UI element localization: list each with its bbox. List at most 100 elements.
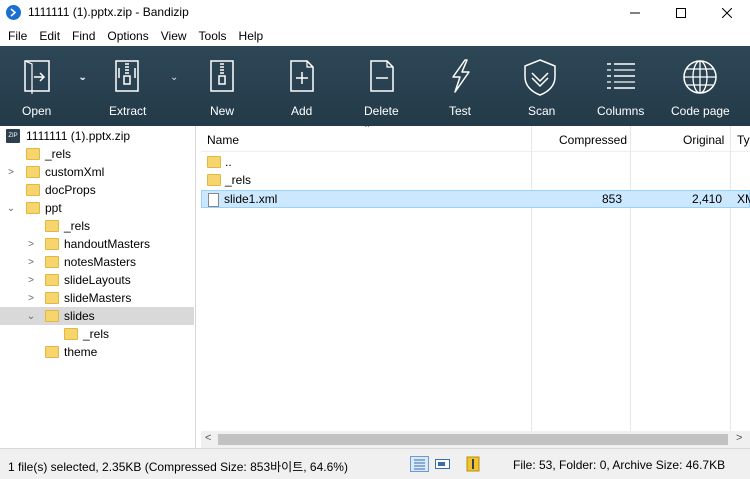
archive-info-icon[interactable] [466, 456, 480, 472]
delete-icon [370, 60, 394, 92]
folder-icon [45, 238, 59, 250]
scan-button[interactable]: Scan [508, 46, 572, 126]
tree-item-label: handoutMasters [64, 237, 151, 251]
new-button[interactable]: New [190, 46, 254, 126]
chevron-right-icon[interactable]: > [6, 163, 16, 181]
details-view-icon[interactable] [410, 456, 429, 472]
folder-icon [26, 184, 40, 196]
columns-icon [607, 63, 635, 89]
list-row-parent[interactable]: .. [201, 153, 750, 171]
xml-file-icon [208, 193, 219, 207]
extract-dropdown-icon[interactable]: ⌄ [170, 72, 178, 83]
menu-view[interactable]: View [155, 26, 193, 46]
maximize-button[interactable] [658, 0, 704, 26]
folder-tree: ZIP 1111111 (1).pptx.zip _rels > customX… [0, 126, 196, 448]
tree-item-ppt-rels[interactable]: _rels [0, 217, 195, 235]
file-list: Name ⌃ Compressed Original Ty .. _rels s… [201, 126, 750, 448]
minimize-button[interactable] [612, 0, 658, 26]
folder-icon [45, 310, 59, 322]
list-row-slide1[interactable]: slide1.xml 853 2,410 XM [201, 190, 750, 208]
folder-icon [26, 148, 40, 160]
column-type[interactable]: Ty [737, 133, 750, 147]
tree-item-customxml[interactable]: > customXml [0, 163, 195, 181]
open-label: Open [22, 104, 52, 118]
tree-item-theme[interactable]: theme [0, 343, 195, 361]
tree-item-label: _rels [45, 147, 72, 161]
tree-item-label: ppt [45, 201, 62, 215]
chevron-right-icon[interactable]: > [26, 271, 36, 289]
tree-item-slidemasters[interactable]: > slideMasters [0, 289, 195, 307]
tree-item-label: docProps [45, 183, 96, 197]
menu-tools[interactable]: Tools [193, 26, 233, 46]
extract-button[interactable]: Extract [92, 46, 166, 126]
folder-icon [26, 202, 40, 214]
folder-icon [45, 220, 59, 232]
column-original[interactable]: Original [683, 133, 724, 147]
tree-item-slides-rels[interactable]: _rels [0, 325, 195, 343]
sort-ascending-icon: ⌃ [363, 126, 372, 135]
open-button[interactable]: Open ⌄ [0, 46, 86, 126]
open-more-icon[interactable]: ⌄ [79, 72, 87, 83]
menu-edit[interactable]: Edit [33, 26, 66, 46]
open-icon [24, 60, 50, 94]
bandizip-app-icon [6, 5, 21, 20]
tree-item-label: customXml [45, 165, 105, 179]
delete-label: Delete [364, 104, 399, 118]
chevron-right-icon[interactable]: > [26, 253, 36, 271]
scan-icon [524, 59, 556, 96]
menu-help[interactable]: Help [233, 26, 270, 46]
row-name: slide1.xml [224, 192, 278, 206]
tree-item-ppt[interactable]: ⌄ ppt [0, 199, 195, 217]
list-row-rels[interactable]: _rels [201, 171, 750, 189]
tree-item-label: notesMasters [64, 255, 137, 269]
close-button[interactable] [704, 0, 750, 26]
test-icon [452, 59, 470, 93]
folder-icon [207, 174, 221, 186]
tree-item-label: slideLayouts [64, 273, 131, 287]
chevron-down-icon[interactable]: ⌄ [6, 199, 16, 217]
tree-root-label: 1111111 (1).pptx.zip [26, 129, 131, 143]
scroll-left-icon[interactable]: < [205, 432, 211, 444]
scroll-right-icon[interactable]: > [736, 432, 742, 444]
row-name: .. [225, 155, 232, 169]
chevron-right-icon[interactable]: > [26, 235, 36, 253]
tree-item-slidelayouts[interactable]: > slideLayouts [0, 271, 195, 289]
tree-item-notesmasters[interactable]: > notesMasters [0, 253, 195, 271]
column-compressed[interactable]: Compressed [559, 133, 627, 147]
tree-item-label: slides [64, 309, 95, 323]
scrollbar-thumb[interactable] [218, 434, 728, 445]
tree-item-slides[interactable]: ⌄ slides [0, 307, 194, 325]
menu-file[interactable]: File [2, 26, 33, 46]
code-page-button[interactable]: Code page [666, 46, 736, 126]
extract-label: Extract [109, 104, 147, 118]
test-label: Test [449, 104, 472, 118]
delete-button[interactable]: Delete [350, 46, 414, 126]
folder-icon [45, 346, 59, 358]
code-page-label: Code page [671, 104, 730, 118]
horizontal-scrollbar[interactable]: < > [201, 431, 750, 448]
row-type: XM [737, 192, 750, 206]
chevron-down-icon[interactable]: ⌄ [26, 307, 36, 325]
add-button[interactable]: Add [270, 46, 334, 126]
add-label: Add [291, 104, 313, 118]
tree-item-label: _rels [83, 327, 110, 341]
new-archive-icon [210, 60, 234, 92]
menu-options[interactable]: Options [101, 26, 154, 46]
preview-view-icon[interactable] [434, 457, 451, 471]
window-title: 1111111 (1).pptx.zip - Bandizip [28, 5, 189, 19]
folder-icon [45, 292, 59, 304]
tree-item-rels[interactable]: _rels [0, 145, 195, 163]
chevron-right-icon[interactable]: > [26, 289, 36, 307]
toolbar: Open ⌄ Extract ⌄ ⌄ New Add Delete Test S… [0, 46, 750, 126]
tree-item-handoutmasters[interactable]: > handoutMasters [0, 235, 195, 253]
menu-find[interactable]: Find [66, 26, 101, 46]
tree-item-label: _rels [64, 219, 91, 233]
folder-icon [45, 256, 59, 268]
columns-button[interactable]: Columns [588, 46, 654, 126]
menu-bar: File Edit Find Options View Tools Help [0, 26, 750, 46]
tree-root[interactable]: ZIP 1111111 (1).pptx.zip [0, 127, 195, 145]
code-page-icon [683, 60, 717, 94]
column-name[interactable]: Name [207, 133, 239, 147]
test-button[interactable]: Test [428, 46, 492, 126]
tree-item-docprops[interactable]: docProps [0, 181, 195, 199]
